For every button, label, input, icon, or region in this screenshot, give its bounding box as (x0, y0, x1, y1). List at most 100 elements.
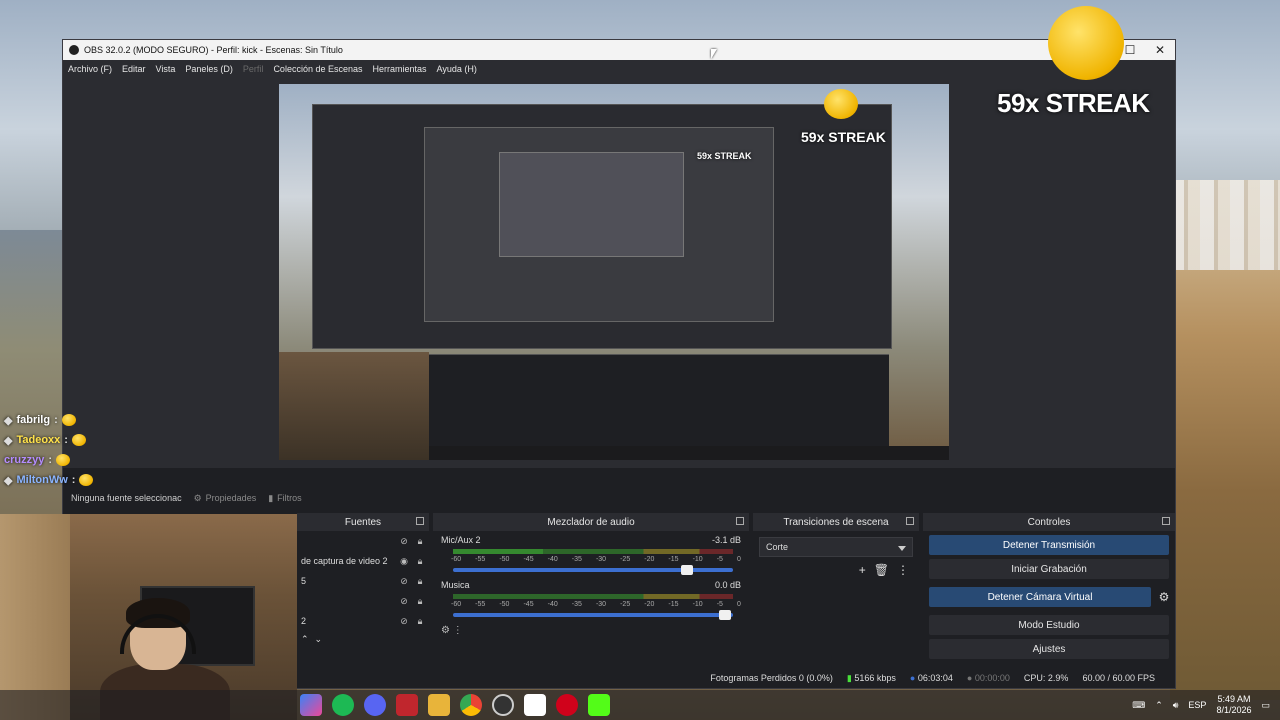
stop-virtual-camera-button[interactable]: Detener Cámara Virtual (929, 587, 1151, 607)
channel-name: Mic/Aux 2 (441, 535, 481, 545)
scale-tick: -20 (644, 601, 655, 608)
mixer-header: Mezclador de audio (433, 513, 749, 531)
discord-icon[interactable] (364, 694, 386, 716)
undock-icon[interactable] (416, 517, 424, 525)
channel-db: 0.0 dB (714, 580, 741, 590)
menu-vista[interactable]: Vista (156, 64, 176, 74)
language-indicator[interactable]: ESP (1188, 700, 1206, 710)
undock-icon[interactable] (906, 517, 914, 525)
dropped-frames: Fotogramas Perdidos 0 (0.0%) (710, 673, 833, 683)
filters-label: Filtros (277, 493, 302, 503)
chrome-icon[interactable] (460, 694, 482, 716)
volume-knob[interactable] (719, 610, 731, 620)
eye-off-icon[interactable]: ⊘ (399, 616, 409, 626)
roblox-icon[interactable] (524, 694, 546, 716)
move-up-icon[interactable]: ⌃ (301, 634, 309, 645)
no-source-label: Ninguna fuente seleccionac (71, 493, 182, 503)
undock-icon[interactable] (736, 517, 744, 525)
opera-icon[interactable] (556, 694, 578, 716)
clock-time: 5:49 AM (1217, 694, 1251, 704)
eye-off-icon[interactable]: ⊘ (399, 576, 409, 586)
taskbar: ⌨ ⌃ 🔊︎ ESP 5:49 AM 8/1/2026 ▭ (0, 690, 1280, 720)
transition-select[interactable]: Corte (759, 537, 913, 557)
trash-icon[interactable]: 🗑︎ (874, 563, 889, 577)
scale-tick: -60 (451, 556, 462, 563)
copilot-icon[interactable] (300, 694, 322, 716)
gear-icon[interactable]: ⚙ (441, 625, 450, 636)
source-row[interactable]: de captura de video 2 ◉ 🔒︎ (297, 551, 429, 571)
filters-button[interactable]: ▮ Filtros (268, 493, 301, 504)
source-row[interactable]: ⊘ 🔒︎ (297, 531, 429, 551)
nested-docks (429, 354, 889, 449)
lock-icon[interactable]: 🔒︎ (415, 536, 425, 546)
file-explorer-icon[interactable] (428, 694, 450, 716)
chat-line: cruzzyy: (4, 450, 93, 470)
volume-slider[interactable] (453, 610, 733, 620)
program-preview[interactable]: 59x STREAK 59x STREAK (279, 84, 949, 460)
source-row[interactable]: 2 ⊘ 🔒︎ (297, 611, 429, 631)
close-button[interactable]: ✕ (1145, 43, 1175, 57)
menu-editar[interactable]: Editar (122, 64, 146, 74)
source-toolbar-row: ⌃ ⌄ (297, 631, 429, 647)
obs-logo-icon (69, 45, 79, 55)
source-row[interactable]: ⊘ 🔒︎ (297, 591, 429, 611)
scale-tick: -55 (475, 601, 486, 608)
menu-archivo[interactable]: Archivo (F) (68, 64, 112, 74)
notification-icon[interactable]: ▭ (1261, 700, 1270, 711)
mixer-channel: Mic/Aux 2 -3.1 dB -60 -55 -50 -45 -40 -35 -30-… (433, 531, 749, 576)
gear-icon: ⚙ (193, 492, 202, 503)
mixer-title: Mezclador de audio (547, 516, 635, 528)
source-row[interactable]: 5 ⊘ 🔒︎ (297, 571, 429, 591)
menu-paneles[interactable]: Paneles (D) (185, 64, 233, 74)
eye-icon[interactable]: ◉ (399, 556, 409, 566)
eye-off-icon[interactable]: ⊘ (399, 596, 409, 606)
obs-icon[interactable] (492, 694, 514, 716)
chat-badge-icon: ◆ (4, 434, 13, 447)
menu-ayuda[interactable]: Ayuda (H) (437, 64, 477, 74)
chat-line: ◆ Tadeoxx: (4, 430, 93, 450)
volume-icon[interactable]: 🔊︎ (1173, 700, 1179, 711)
gear-icon[interactable]: ⚙ (1153, 590, 1175, 604)
move-down-icon[interactable]: ⌄ (315, 634, 323, 645)
chat-user: MiltonWw (16, 474, 68, 486)
lock-icon[interactable]: 🔒︎ (415, 556, 425, 566)
studio-mode-button[interactable]: Modo Estudio (929, 615, 1169, 635)
settings-button[interactable]: Ajustes (929, 639, 1169, 659)
chat-user: cruzzyy (4, 454, 45, 466)
properties-button[interactable]: ⚙ Propiedades (194, 493, 257, 504)
menu-herramientas[interactable]: Herramientas (373, 64, 427, 74)
kick-icon[interactable] (588, 694, 610, 716)
audio-mixer-dock: Mezclador de audio Mic/Aux 2 -3.1 dB -60… (433, 513, 749, 663)
lock-icon[interactable]: 🔒︎ (415, 616, 425, 626)
stop-streaming-button[interactable]: Detener Transmisión (929, 535, 1169, 555)
chevron-up-icon[interactable]: ⌃ (1155, 700, 1163, 711)
volume-knob[interactable] (681, 565, 693, 575)
start-recording-button[interactable]: Iniciar Grabación (929, 559, 1169, 579)
menu-coleccion[interactable]: Colección de Escenas (273, 64, 362, 74)
more-icon[interactable]: ⋮ (453, 625, 463, 636)
eye-off-icon[interactable]: ⊘ (399, 536, 409, 546)
chat-overlay: ◆ fabrilg: ◆ Tadeoxx: cruzzyy: ◆ MiltonWw: (4, 410, 94, 490)
chat-user: Tadeoxx (16, 434, 61, 446)
keyboard-icon[interactable]: ⌨ (1132, 700, 1145, 711)
meter-scale: -60 -55 -50 -45 -40 -35 -30 -25 -20 -15 -10 -5 0 (451, 601, 741, 608)
more-icon[interactable]: ⋮ (897, 563, 909, 577)
spotify-icon[interactable] (332, 694, 354, 716)
undock-icon[interactable] (1162, 517, 1170, 525)
menu-perfil[interactable]: Perfil (243, 64, 264, 74)
rec-time: ● 00:00:00 (967, 673, 1010, 683)
volume-slider[interactable] (453, 565, 733, 575)
nested-taskbar (429, 446, 949, 460)
scale-tick: -50 (499, 601, 510, 608)
emoji-overlay-icon (1048, 6, 1124, 80)
title-bar: OBS 32.0.2 (MODO SEGURO) - Perfil: kick … (63, 40, 1175, 60)
transition-toolbar: + 🗑︎ ⋮ (753, 563, 919, 577)
lock-icon[interactable]: 🔒︎ (415, 596, 425, 606)
add-icon[interactable]: + (859, 563, 866, 577)
game-app-icon[interactable] (396, 694, 418, 716)
chat-separator: : (64, 434, 68, 446)
lock-icon[interactable]: 🔒︎ (415, 576, 425, 586)
scale-tick: -30 (595, 556, 607, 563)
clock[interactable]: 5:49 AM 8/1/2026 (1216, 694, 1251, 716)
signal-icon: ▮ (846, 672, 852, 683)
